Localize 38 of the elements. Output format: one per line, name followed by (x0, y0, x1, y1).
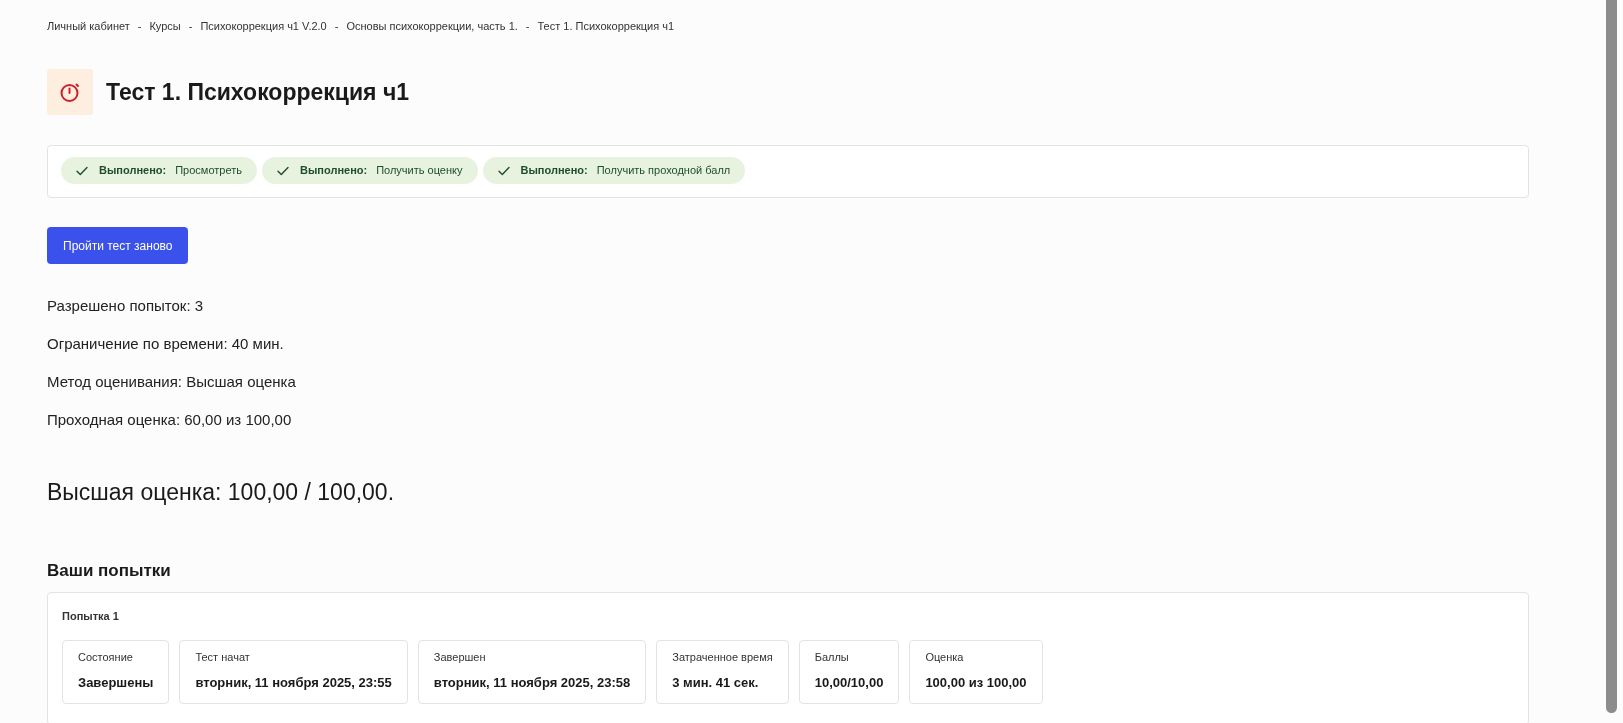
breadcrumb-link[interactable]: Личный кабинет (47, 18, 130, 34)
breadcrumb-separator: - (137, 19, 142, 34)
stat-label: Оценка (925, 650, 965, 665)
stopwatch-icon (47, 69, 93, 115)
breadcrumb-link[interactable]: Курсы (149, 18, 181, 34)
info-text: Проходная оценка: 60,00 из 100,00 (47, 410, 293, 430)
highest-grade-text: Высшая оценка: 100,00 / 100,00. (47, 478, 396, 507)
retake-button[interactable]: Пройти тест заново (47, 227, 189, 264)
breadcrumb-link[interactable]: Основы психокоррекции, часть 1. (346, 18, 518, 34)
stat-label: Тест начат (195, 650, 251, 665)
stat-label: Состояние (78, 650, 134, 665)
stat-value: 100,00 из 100,00 (925, 674, 1027, 692)
badge-label: Получить проходной балл (596, 163, 731, 179)
stat-value: 3 мин. 41 сек. (672, 674, 760, 692)
breadcrumb-separator: - (525, 19, 530, 34)
info-text: Ограничение по времени: 40 мин. (47, 334, 285, 354)
page-title: Тест 1. Психокоррекция ч1 (106, 78, 410, 107)
stat-label: Затраченное время (672, 650, 773, 665)
stat-value: 10,00/10,00 (814, 674, 884, 692)
section-heading: Ваши попытки (47, 560, 172, 582)
stat-label: Баллы (814, 650, 850, 665)
badge-status: Выполнено: (299, 163, 368, 179)
stat-value: Завершены (78, 674, 154, 692)
stat-label: Завершен (433, 650, 487, 665)
stat-value: вторник, 11 ноября 2025, 23:58 (433, 674, 631, 692)
scrollbar-thumb[interactable] (1606, 0, 1617, 713)
badge-label: Получить оценку (376, 163, 463, 179)
breadcrumb-separator: - (188, 19, 193, 34)
breadcrumb-link[interactable]: Тест 1. Психокоррекция ч1 (537, 18, 675, 34)
badge-status: Выполнено: (99, 163, 167, 179)
info-text: Разрешено попыток: 3 (47, 296, 205, 316)
badge-label: Просмотреть (175, 163, 242, 179)
attempt-title: Попытка 1 (62, 609, 120, 624)
stat-value: вторник, 11 ноября 2025, 23:55 (195, 674, 392, 692)
badge-status: Выполнено: (520, 163, 588, 179)
breadcrumb-link[interactable]: Психокоррекция ч1 V.2.0 (200, 18, 327, 34)
info-text: Метод оценивания: Высшая оценка (47, 372, 297, 392)
breadcrumb-separator: - (334, 19, 339, 34)
